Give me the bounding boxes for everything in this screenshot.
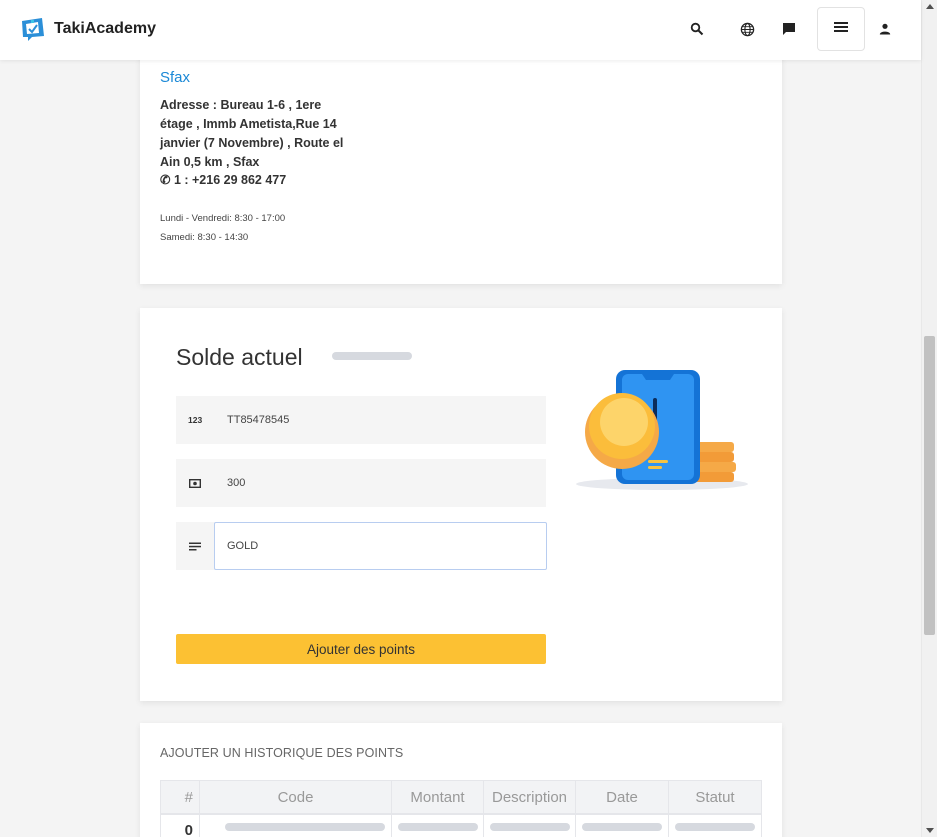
- menu-icon: [833, 20, 849, 38]
- column-header-code[interactable]: Code: [199, 780, 392, 814]
- numbers-icon: 123: [176, 396, 214, 444]
- column-header-index[interactable]: #: [160, 780, 200, 814]
- search-icon[interactable]: [686, 18, 708, 40]
- menu-button[interactable]: [817, 7, 865, 51]
- description-field[interactable]: GOLD: [176, 522, 547, 570]
- table-cell-description: [483, 814, 576, 837]
- table-cell-montant: [391, 814, 484, 837]
- balance-loading-placeholder: [332, 352, 412, 360]
- notes-icon: [176, 522, 214, 570]
- brand-name[interactable]: TakiAcademy: [54, 20, 156, 38]
- row-index: 0: [184, 822, 193, 837]
- column-header-montant[interactable]: Montant: [391, 780, 484, 814]
- hours-weekdays: Lundi - Vendredi: 8:30 - 17:00: [160, 213, 286, 224]
- scrollbar-thumb[interactable]: [924, 336, 935, 635]
- loading-placeholder: [675, 823, 755, 831]
- page-scrollbar[interactable]: [921, 0, 937, 837]
- history-title: AJOUTER UN HISTORIQUE DES POINTS: [160, 746, 404, 760]
- table-cell-code: [199, 814, 392, 837]
- svg-text:123: 123: [188, 415, 202, 425]
- table-cell-statut: [668, 814, 762, 837]
- add-points-button[interactable]: Ajouter des points: [176, 634, 546, 664]
- scroll-up-arrow[interactable]: [926, 4, 934, 9]
- hours-saturday: Samedi: 8:30 - 14:30: [160, 232, 249, 243]
- balance-card: Solde actuel 123 TT85478545 300 GOLD Ajo…: [140, 308, 782, 701]
- person-icon[interactable]: [874, 18, 896, 40]
- money-icon: [176, 459, 214, 507]
- phone-number: ✆ 1 : +216 29 862 477: [160, 173, 287, 187]
- column-header-statut[interactable]: Statut: [668, 780, 762, 814]
- description-value: GOLD: [227, 540, 259, 552]
- column-header-description[interactable]: Description: [483, 780, 576, 814]
- globe-icon[interactable]: [736, 18, 758, 40]
- city-name[interactable]: Sfax: [160, 69, 190, 86]
- chat-icon[interactable]: [778, 18, 800, 40]
- loading-placeholder: [490, 823, 570, 831]
- balance-title: Solde actuel: [176, 344, 303, 370]
- loading-placeholder: [225, 823, 385, 831]
- loading-placeholder: [398, 823, 478, 831]
- code-value: TT85478545: [227, 414, 290, 426]
- wallet-coins-illustration: [574, 364, 750, 494]
- column-header-date[interactable]: Date: [575, 780, 669, 814]
- table-row: 0: [160, 814, 200, 837]
- takiacademy-logo[interactable]: [20, 16, 46, 42]
- description-input-box[interactable]: [214, 522, 547, 570]
- amount-value: 300: [227, 477, 246, 489]
- table-cell-date: [575, 814, 669, 837]
- code-field[interactable]: 123 TT85478545: [176, 396, 546, 444]
- top-header: TakiAcademy: [0, 0, 921, 60]
- scroll-down-arrow[interactable]: [926, 828, 934, 833]
- loading-placeholder: [582, 823, 662, 831]
- history-card: AJOUTER UN HISTORIQUE DES POINTS # Code …: [140, 723, 782, 837]
- address-text: Adresse : Bureau 1-6 , 1ere étage , Immb…: [160, 98, 344, 169]
- amount-field[interactable]: 300: [176, 459, 546, 507]
